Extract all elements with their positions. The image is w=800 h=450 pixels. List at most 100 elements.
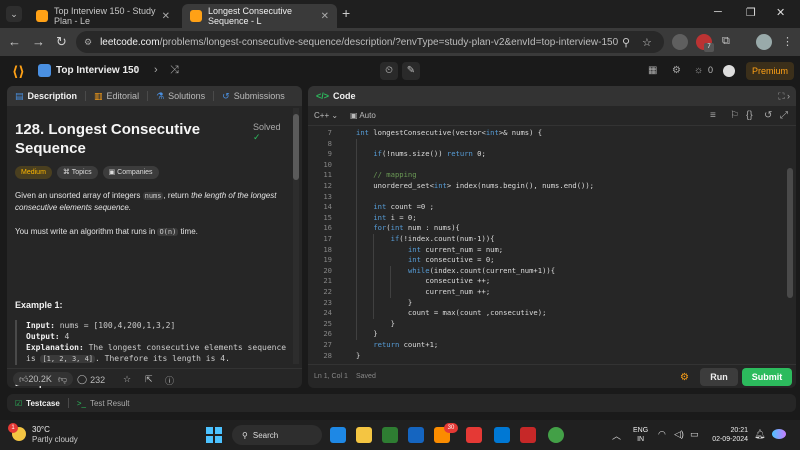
code-line[interactable]: 13 (308, 192, 784, 203)
minimize-icon[interactable]: ─ (714, 6, 722, 18)
tab-submissions[interactable]: ↺ Submissions (214, 91, 293, 102)
browser-menu-icon[interactable]: ⋮ (782, 35, 793, 48)
code-line[interactable]: 19 int consecutive = 0; (308, 255, 784, 266)
user-avatar[interactable] (723, 65, 735, 77)
battery-icon[interactable]: ▭ (690, 429, 699, 440)
new-tab-button[interactable]: + (342, 5, 350, 21)
submit-button[interactable]: Submit (742, 368, 792, 386)
timer-icon[interactable]: ⏲ (380, 62, 398, 80)
format-icon[interactable]: ≡ (710, 110, 716, 121)
study-plan-title[interactable]: Top Interview 150 (56, 65, 139, 76)
code-scrollbar[interactable] (786, 128, 794, 364)
tab-description[interactable]: ▤ Description (7, 91, 85, 102)
notes-icon[interactable]: ✎ (402, 62, 420, 80)
file-explorer-icon[interactable] (356, 427, 372, 443)
code-line[interactable]: 11 // mapping (308, 170, 784, 181)
code-line[interactable]: 26 } (308, 329, 784, 340)
maximize-icon[interactable]: ⛶ › (778, 91, 796, 102)
code-line[interactable]: 16 for(int num : nums){ (308, 223, 784, 234)
taskbar-app-icon[interactable] (408, 427, 424, 443)
run-button[interactable]: Run (700, 368, 738, 386)
weather-temperature[interactable]: 30°C (32, 425, 50, 434)
reset-icon[interactable]: ↺ (764, 110, 772, 121)
fullscreen-icon[interactable]: ⤢ (780, 110, 788, 121)
like-button[interactable]: 👍︎ 20.2K 👎︎ (13, 372, 74, 386)
thumbs-down-icon[interactable]: 👎︎ (58, 374, 67, 385)
code-line[interactable]: 18 int current_num = num; (308, 245, 784, 256)
close-tab-icon[interactable]: ✕ (321, 11, 329, 22)
browser-tab-longest-consecutive[interactable]: Longest Consecutive Sequence - L ✕ (182, 4, 337, 28)
code-line[interactable]: 23 } (308, 298, 784, 309)
leetcode-logo-icon[interactable]: ⟨⟩ (12, 63, 25, 80)
code-line[interactable]: 17 if(!index.count(num-1)){ (308, 234, 784, 245)
site-info-icon[interactable]: ⚙ (84, 37, 92, 48)
wifi-icon[interactable]: ◠ (658, 429, 666, 440)
layout-grid-icon[interactable]: ▦ (648, 65, 657, 76)
forward-icon[interactable]: → (32, 34, 45, 49)
description-scrollbar[interactable] (293, 108, 299, 364)
taskbar-app-icon[interactable] (330, 427, 346, 443)
tab-solutions[interactable]: ⚗ Solutions (148, 91, 213, 102)
code-line[interactable]: 9 if(!nums.size()) return 0; (308, 149, 784, 160)
copilot-icon[interactable] (772, 429, 786, 439)
code-line[interactable]: 14 int count =0 ; (308, 202, 784, 213)
taskbar-app-icon[interactable] (520, 427, 536, 443)
code-line[interactable]: 22 current_num ++; (308, 287, 784, 298)
weather-description[interactable]: Partly cloudy (32, 435, 78, 444)
next-problem-icon[interactable]: › (154, 64, 158, 76)
streak-fire-icon[interactable]: ☼ (694, 65, 703, 76)
problem-title[interactable]: 128. Longest Consecutive Sequence (15, 120, 235, 158)
notification-bell-icon[interactable]: 🔔︎ (754, 429, 765, 440)
prev-problem-icon[interactable]: ‹ (134, 64, 138, 76)
premium-button[interactable]: Premium (746, 62, 794, 80)
taskbar-search[interactable]: ⚲ Search (232, 425, 322, 445)
code-line[interactable]: 24 count = max(count ,consecutive); (308, 308, 784, 319)
restore-icon[interactable]: ❐ (746, 6, 756, 19)
taskbar-clock[interactable]: 20:21 02-09-2024 (708, 426, 748, 444)
taskbar-app-icon[interactable] (382, 427, 398, 443)
debugger-icon[interactable]: ⚙ (680, 372, 689, 383)
tab-code[interactable]: </> Code (308, 91, 364, 101)
bookmark-star-icon[interactable]: ☆ (642, 36, 652, 49)
tab-test-result[interactable]: >_ Test Result (69, 399, 138, 408)
youtube-icon[interactable] (466, 427, 482, 443)
auto-mode-toggle[interactable]: ▣ Auto (350, 111, 376, 120)
comments-button[interactable]: ◯ 232 (77, 374, 105, 385)
braces-icon[interactable]: {} (746, 110, 753, 121)
show-hidden-icons[interactable]: ︿ (612, 429, 621, 442)
help-icon[interactable]: ⓘ (165, 374, 174, 387)
tab-testcase[interactable]: ☑ Testcase (7, 399, 68, 408)
zoom-icon[interactable]: ⚲ (622, 36, 630, 49)
extensions-puzzle-icon[interactable]: ⧉ (722, 35, 730, 48)
code-line[interactable]: 20 while(index.count(current_num+1)){ (308, 266, 784, 277)
chrome-icon[interactable] (548, 427, 564, 443)
code-line[interactable]: 28} (308, 351, 784, 362)
browser-tab-study-plan[interactable]: Top Interview 150 - Study Plan - Le ✕ (28, 4, 178, 28)
tab-search-menu-icon[interactable]: ⌄ (6, 6, 22, 22)
bookmark-icon[interactable]: ⚐ (730, 110, 739, 121)
tab-editorial[interactable]: ▥ Editorial (86, 91, 147, 102)
settings-gear-icon[interactable]: ⚙ (672, 65, 681, 76)
back-icon[interactable]: ← (8, 34, 21, 49)
code-line[interactable]: 21 consecutive ++; (308, 276, 784, 287)
code-line[interactable]: 27 return count+1; (308, 340, 784, 351)
share-icon[interactable]: ⇱ (145, 374, 153, 385)
vscode-icon[interactable] (494, 427, 510, 443)
input-language-indicator[interactable]: ENG IN (633, 426, 648, 444)
code-line[interactable]: 8 (308, 139, 784, 150)
start-button[interactable] (206, 427, 222, 443)
incognito-extension-icon[interactable] (672, 34, 688, 50)
language-select[interactable]: C++ ⌄ (314, 111, 338, 120)
profile-avatar[interactable] (756, 34, 772, 50)
companies-chip[interactable]: ▣ Companies (102, 166, 159, 179)
shuffle-icon[interactable]: ⤨ (170, 64, 179, 77)
code-line[interactable]: 7 int longestConsecutive(vector<int>& num… (308, 128, 784, 139)
close-window-icon[interactable]: ✕ (776, 6, 785, 19)
code-line[interactable]: 25 } (308, 319, 784, 330)
favorite-star-icon[interactable]: ☆ (123, 374, 131, 385)
code-line[interactable]: 12 unordered_set<int> index(nums.begin()… (308, 181, 784, 192)
url-input[interactable]: ⚙ leetcode.com/problems/longest-consecut… (76, 31, 664, 53)
code-editor[interactable]: 7 int longestConsecutive(vector<int>& num… (308, 128, 784, 364)
topics-chip[interactable]: ⌘ Topics (56, 166, 98, 179)
volume-icon[interactable]: ◁) (674, 429, 684, 440)
